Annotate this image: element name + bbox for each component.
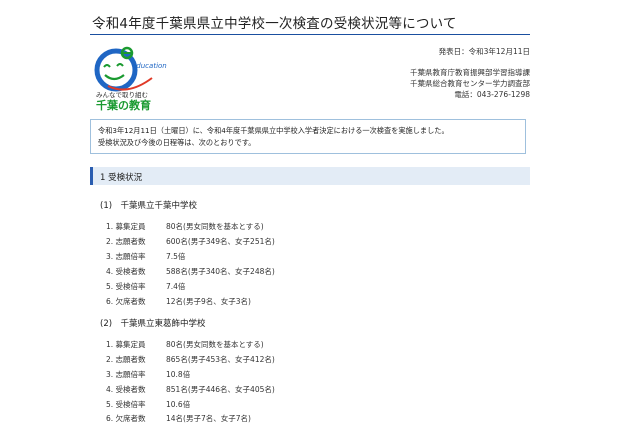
logo-name: 千葉の教育 xyxy=(96,99,151,112)
row-label: 6. 欠席者数 xyxy=(106,297,146,306)
page-title: 令和4年度千葉県県立中学校一次検査の受検状況等について xyxy=(92,16,457,32)
section-accent-bar xyxy=(90,167,93,185)
row-value: 851名(男子446名、女子405名) xyxy=(166,385,275,394)
svg-text:education: education xyxy=(132,62,167,70)
row-value: 80名(男女同数を基本とする) xyxy=(166,222,264,231)
row-label: 6. 欠席者数 xyxy=(106,414,146,423)
row-label: 2. 志願者数 xyxy=(106,355,146,364)
row-value: 10.8倍 xyxy=(166,370,191,379)
department-1: 千葉県教育庁教育振興部学習指導課 xyxy=(410,68,530,77)
row-label: 4. 受検者数 xyxy=(106,267,146,276)
row-value: 14名(男子7名、女子7名) xyxy=(166,414,251,423)
school-1-heading: (1) 千葉県立千葉中学校 xyxy=(100,201,198,211)
row-value: 10.6倍 xyxy=(166,400,191,409)
row-label: 3. 志願倍率 xyxy=(106,252,146,261)
row-label: 2. 志願者数 xyxy=(106,237,146,246)
notice-line-1: 令和3年12月11日（土曜日）に、令和4年度千葉県県立中学校入学者決定における一… xyxy=(98,126,449,135)
row-label: 1. 募集定員 xyxy=(106,340,146,349)
section-label: 1 受検状況 xyxy=(100,173,143,183)
row-label: 1. 募集定員 xyxy=(106,222,146,231)
row-value: 588名(男子340名、女子248名) xyxy=(166,267,275,276)
row-label: 5. 受検倍率 xyxy=(106,282,146,291)
row-label: 3. 志願倍率 xyxy=(106,370,146,379)
row-label: 5. 受検倍率 xyxy=(106,400,146,409)
row-value: 865名(男子453名、女子412名) xyxy=(166,355,275,364)
row-value: 12名(男子9名、女子3名) xyxy=(166,297,251,306)
title-divider xyxy=(90,34,530,35)
row-value: 600名(男子349名、女子251名) xyxy=(166,237,275,246)
section-heading: 1 受検状況 xyxy=(90,167,530,185)
notice-line-2: 受検状況及び今後の日程等は、次のとおりです。 xyxy=(98,138,256,147)
row-value: 7.4倍 xyxy=(166,282,186,291)
row-value: 7.5倍 xyxy=(166,252,186,261)
row-value: 80名(男女同数を基本とする) xyxy=(166,340,264,349)
department-2: 千葉県総合教育センター学力調査部 xyxy=(410,79,530,88)
school-2-heading: (2) 千葉県立東葛飾中学校 xyxy=(100,319,206,329)
release-date: 発表日：令和3年12月11日 xyxy=(438,47,530,56)
notice-box: 令和3年12月11日（土曜日）に、令和4年度千葉県県立中学校入学者決定における一… xyxy=(90,119,526,154)
row-label: 4. 受検者数 xyxy=(106,385,146,394)
phone-number: 電話：043-276-1298 xyxy=(454,90,530,99)
